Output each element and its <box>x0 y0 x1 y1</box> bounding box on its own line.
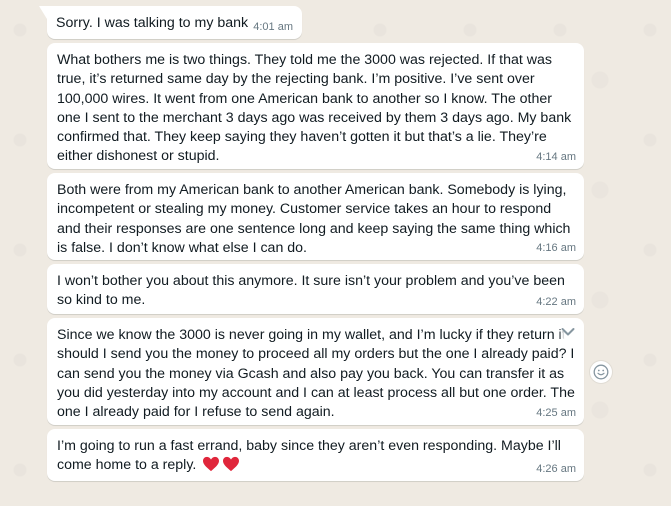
message-time: 4:01 am <box>253 21 293 33</box>
message-bubble[interactable]: Since we know the 3000 is never going in… <box>47 318 584 425</box>
red-heart-icon <box>203 457 220 472</box>
smiley-icon <box>593 364 609 380</box>
message-bubble[interactable]: I won’t bother you about this anymore. I… <box>47 264 584 314</box>
message-bubble[interactable]: Sorry. I was talking to my bank 4:01 am <box>39 6 302 39</box>
react-button[interactable] <box>590 361 612 383</box>
message-bubble[interactable]: I’m going to run a fast errand, baby sin… <box>47 429 584 481</box>
message-time: 4:14 am <box>536 151 576 163</box>
message-text: Since we know the 3000 is never going in… <box>57 327 575 421</box>
message-text: I won’t bother you about this anymore. I… <box>57 273 565 309</box>
message-time: 4:16 am <box>536 242 576 254</box>
message-text-body: I’m going to run a fast errand, baby sin… <box>57 438 561 474</box>
message-text: I’m going to run a fast errand, baby sin… <box>57 437 575 480</box>
message-time: 4:22 am <box>536 296 576 308</box>
message-text: What bothers me is two things. They told… <box>57 52 572 165</box>
chevron-down-icon[interactable] <box>559 324 577 340</box>
message-time: 4:25 am <box>536 407 576 419</box>
message-text: Both were from my American bank to anoth… <box>57 182 571 256</box>
message-bubble[interactable]: What bothers me is two things. They told… <box>47 43 584 169</box>
message-bubble[interactable]: Both were from my American bank to anoth… <box>47 173 584 260</box>
red-heart-icon <box>223 457 240 472</box>
chat-panel: Sorry. I was talking to my bank 4:01 am … <box>0 0 671 506</box>
message-time: 4:26 am <box>536 463 576 475</box>
